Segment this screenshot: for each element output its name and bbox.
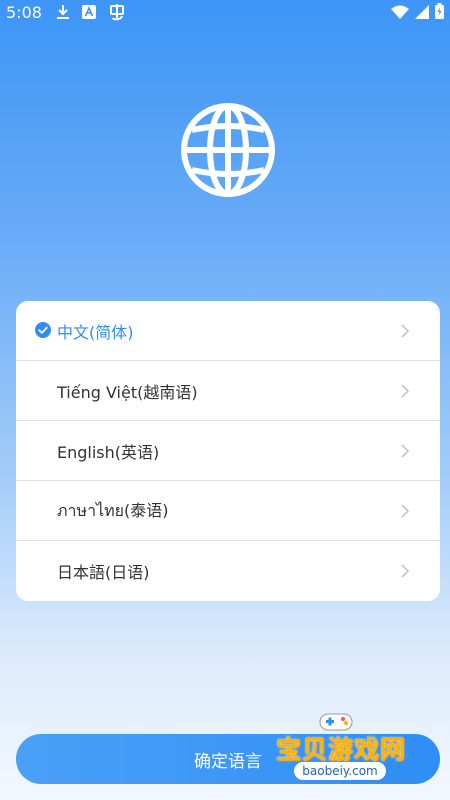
signal-icon: [415, 4, 429, 23]
a-badge-icon: [82, 2, 96, 22]
chevron-right-icon: [400, 503, 410, 519]
language-item-zh-cn[interactable]: 中文(简体): [16, 301, 440, 361]
status-bar: 5:08: [0, 0, 450, 26]
battery-icon: [435, 3, 444, 23]
globe-icon: [178, 100, 278, 200]
status-right-icons: [391, 3, 444, 23]
language-item-ja[interactable]: 日本語(日语): [16, 541, 440, 600]
language-item-vi[interactable]: Tiếng Việt(越南语): [16, 361, 440, 421]
watermark-title: 宝贝游戏网: [276, 735, 407, 764]
status-time: 5:08: [6, 3, 42, 22]
chevron-right-icon: [400, 563, 410, 579]
language-label: English(英语): [57, 442, 160, 462]
status-left-icons: [56, 2, 126, 22]
watermark-url: baobeiy.com: [294, 762, 386, 780]
bug-icon: [108, 2, 126, 22]
check-circle-icon: [35, 322, 51, 338]
download-icon: [56, 2, 70, 22]
chevron-right-icon: [400, 383, 410, 399]
language-list: 中文(简体) Tiếng Việt(越南语) English(英语) ภาษาไ…: [16, 301, 440, 601]
language-item-th[interactable]: ภาษาไทย(泰语): [16, 481, 440, 541]
language-label: 日本語(日语): [57, 562, 150, 582]
gamepad-icon: [318, 710, 354, 732]
wifi-icon: [391, 4, 409, 23]
chevron-right-icon: [400, 323, 410, 339]
chevron-right-icon: [400, 443, 410, 459]
language-item-en[interactable]: English(英语): [16, 421, 440, 481]
watermark: 宝贝游戏网 baobeiy.com: [272, 710, 422, 790]
language-label: 中文(简体): [57, 322, 134, 342]
language-label: ภาษาไทย(泰语): [57, 501, 169, 520]
language-label: Tiếng Việt(越南语): [57, 382, 198, 402]
